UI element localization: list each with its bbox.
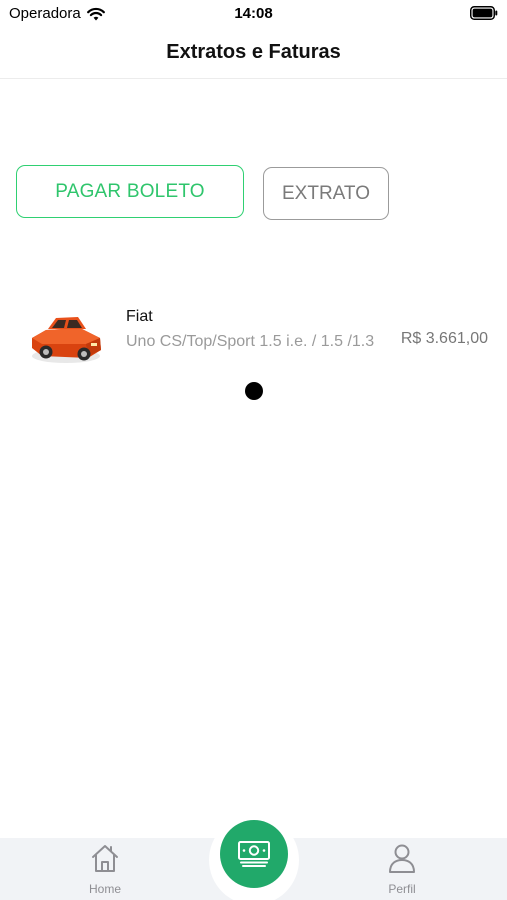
page-title: Extratos e Faturas	[166, 41, 341, 63]
payments-center-button[interactable]	[220, 820, 288, 888]
vehicle-model: Uno CS/Top/Sport 1.5 i.e. / 1.5 /1.3	[126, 333, 375, 350]
statement-button[interactable]: EXTRATO	[263, 167, 389, 220]
pay-boleto-button[interactable]: PAGAR BOLETO	[16, 165, 244, 218]
clock: 14:08	[234, 5, 273, 22]
vehicle-price: R$ 3.661,00	[400, 330, 488, 347]
person-icon	[389, 844, 415, 873]
nav-header: Extratos e Faturas	[0, 28, 507, 79]
tab-home[interactable]: Home	[65, 838, 145, 900]
home-icon	[92, 845, 118, 872]
tab-home-label: Home	[88, 882, 121, 896]
vehicle-brand: Fiat	[126, 308, 153, 325]
tab-profile[interactable]: Perfil	[362, 838, 442, 900]
money-icon	[238, 841, 270, 867]
touch-indicator	[245, 382, 263, 400]
car-icon	[32, 317, 101, 363]
status-bar: Operadora 14:08	[0, 0, 507, 28]
screen: Operadora 14:08 Extratos e Faturas PAGAR…	[0, 0, 507, 900]
battery-icon	[470, 6, 498, 20]
tab-profile-label: Perfil	[388, 882, 416, 896]
vehicle-list-item[interactable]: Fiat Uno CS/Top/Sport 1.5 i.e. / 1.5 /1.…	[0, 300, 507, 380]
